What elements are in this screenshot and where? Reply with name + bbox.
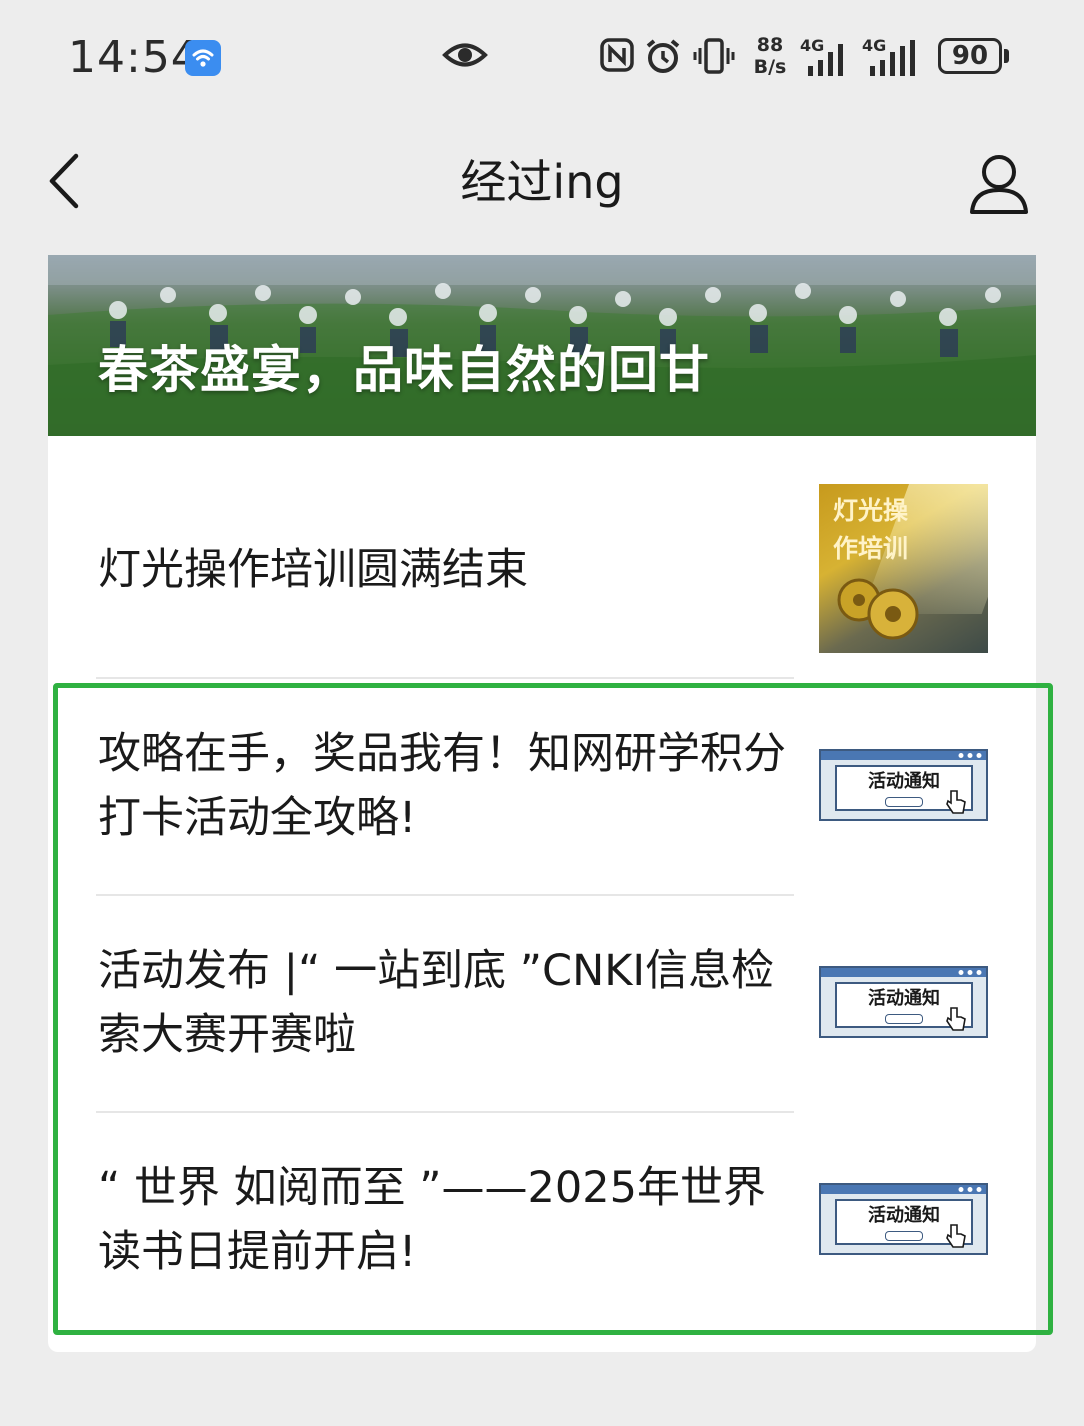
window-dots-icon	[958, 753, 982, 758]
pointer-hand-icon	[946, 1007, 966, 1031]
cover-title: 春茶盛宴，品味自然的回甘	[98, 341, 710, 399]
thumbnail-text: 灯光操	[833, 496, 909, 525]
notice-button-shape	[885, 1014, 923, 1024]
article-item[interactable]: 活动发布 |“ 一站到底 ”CNKI信息检索大赛开赛啦 活动通知	[48, 896, 1036, 1111]
signal-icon: 4G	[862, 36, 926, 84]
article-card: 春茶盛宴，品味自然的回甘 灯光操作培训圆满结束 灯光操 作培训 攻略在手，奖品我…	[48, 255, 1036, 1352]
alarm-icon	[644, 38, 682, 78]
pointer-hand-icon	[946, 1224, 966, 1248]
window-dots-icon	[958, 970, 982, 975]
wifi-hotspot-icon	[185, 40, 221, 76]
article-item[interactable]: “ 世界 如阅而至 ”——2025年世界读书日提前开启! 活动通知	[48, 1113, 1036, 1328]
eye-icon	[442, 38, 488, 76]
article-title: 活动发布 |“ 一站到底 ”CNKI信息检索大赛开赛啦	[98, 946, 775, 1060]
article-thumbnail: 灯光操 作培训	[819, 484, 988, 653]
window-dots-icon	[958, 1187, 982, 1192]
nav-bar: 经过ing	[0, 112, 1084, 252]
article-thumbnail: 活动通知	[819, 749, 988, 821]
battery-icon: 90	[938, 38, 1002, 74]
article-item[interactable]: 灯光操作培训圆满结束 灯光操 作培训	[48, 436, 1036, 679]
net-speed-value: 88	[756, 34, 784, 56]
article-title: “ 世界 如阅而至 ”——2025年世界读书日提前开启!	[98, 1163, 766, 1277]
page-title: 经过ing	[460, 155, 624, 209]
nfc-icon	[600, 38, 634, 76]
battery-tip	[1004, 49, 1009, 63]
signal-label: 4G	[800, 36, 825, 55]
article-title: 攻略在手，奖品我有！知网研学积分打卡活动全攻略!	[98, 729, 786, 843]
article-title: 灯光操作培训圆满结束	[98, 545, 528, 595]
net-speed: 88 B/s	[750, 34, 790, 78]
film-reel-icon	[837, 578, 919, 640]
user-icon[interactable]	[966, 150, 1032, 220]
signal-label: 4G	[862, 36, 887, 55]
signal-icon: 4G	[800, 36, 856, 84]
article-thumbnail: 活动通知	[819, 966, 988, 1038]
notice-button-shape	[885, 797, 923, 807]
status-time: 14:54	[68, 32, 200, 83]
pointer-hand-icon	[946, 790, 966, 814]
thumbnail-text: 作培训	[833, 534, 909, 563]
net-speed-unit: B/s	[753, 56, 787, 78]
article-item[interactable]: 攻略在手，奖品我有！知网研学积分打卡活动全攻略! 活动通知	[48, 679, 1036, 894]
vibrate-icon	[692, 38, 736, 78]
status-bar: 14:54 88 B/s 4G 4G 90	[0, 0, 1084, 112]
article-thumbnail: 活动通知	[819, 1183, 988, 1255]
cover-article[interactable]: 春茶盛宴，品味自然的回甘	[48, 255, 1036, 436]
notice-button-shape	[885, 1231, 923, 1241]
